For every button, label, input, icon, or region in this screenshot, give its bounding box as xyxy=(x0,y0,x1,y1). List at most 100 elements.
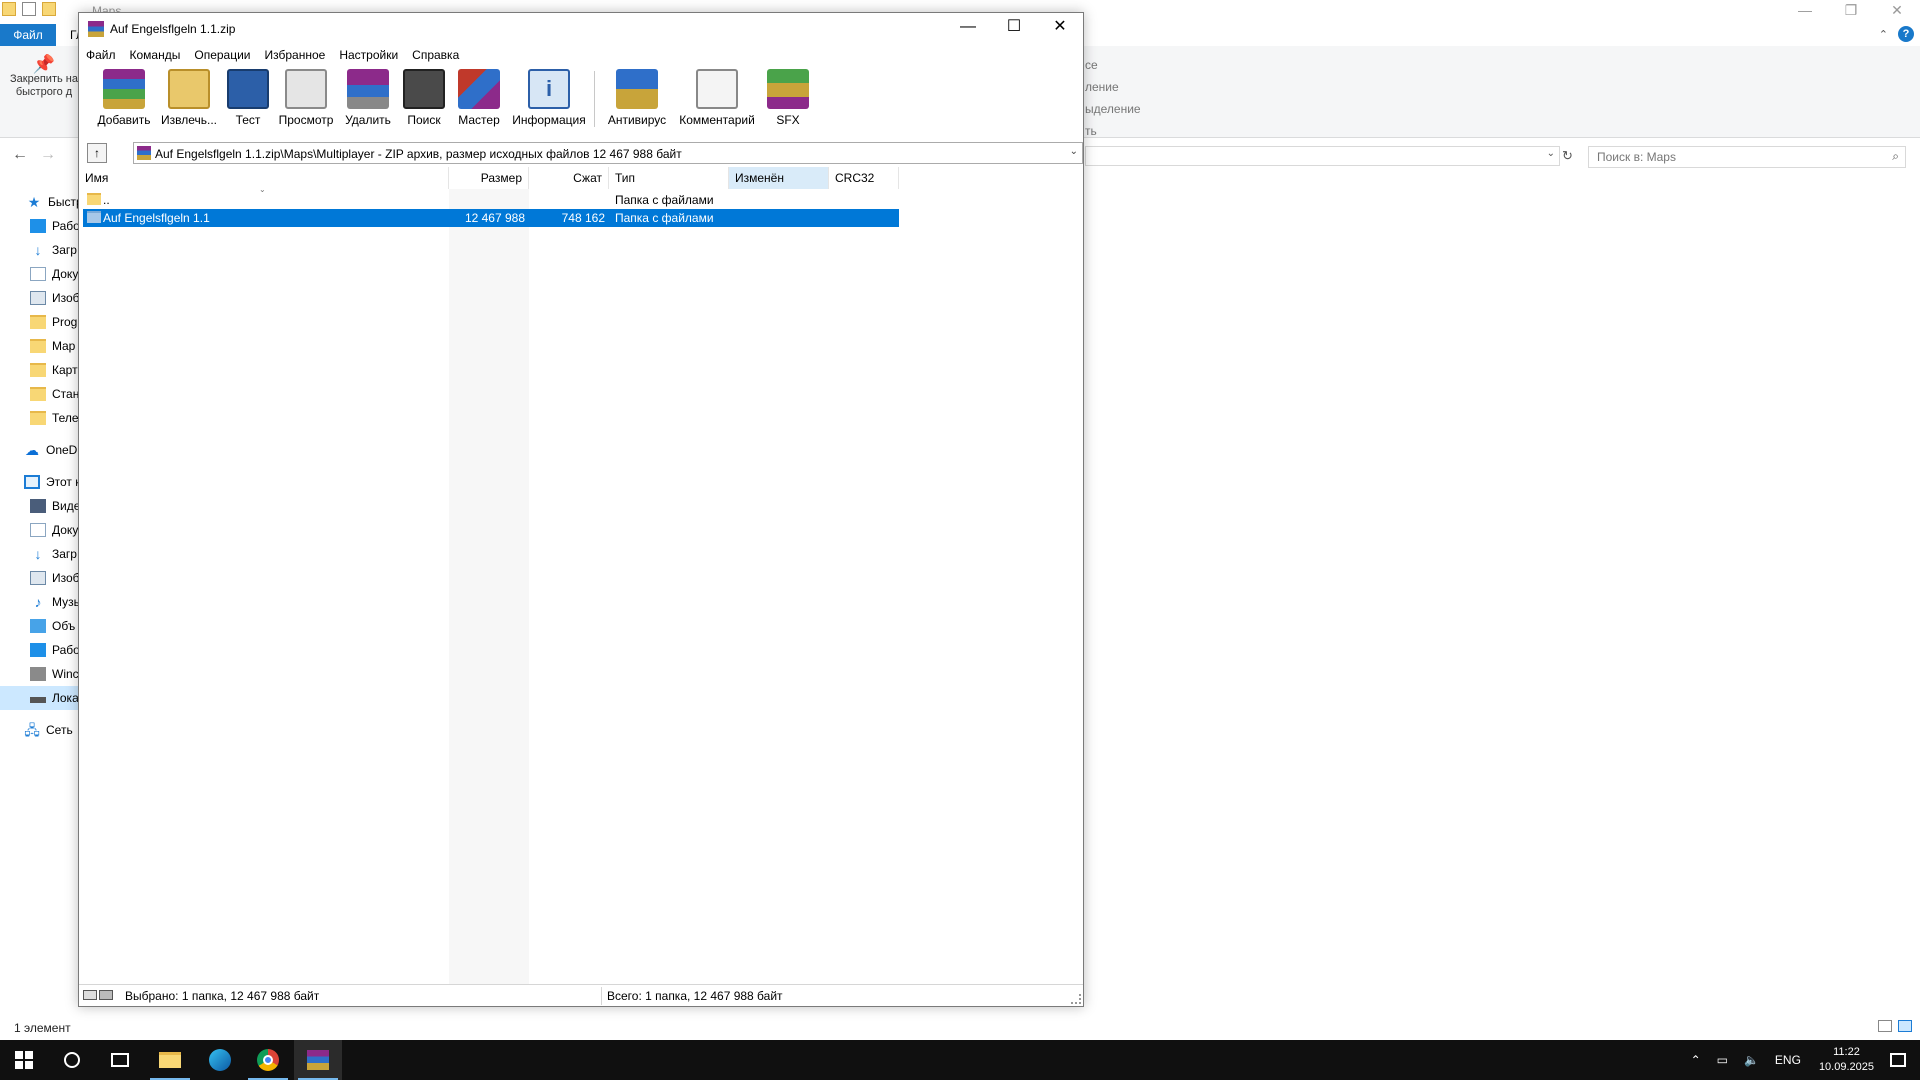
nav-label: Prog xyxy=(52,315,78,329)
folder-icon xyxy=(30,411,46,425)
help-icon[interactable]: ? xyxy=(1898,26,1914,42)
col-type[interactable]: Тип xyxy=(609,167,729,189)
chevron-up-icon[interactable]: ⌃ xyxy=(1691,1053,1701,1067)
chevron-down-icon[interactable]: ⌄ xyxy=(1070,146,1078,157)
search-placeholder: Поиск в: Maps xyxy=(1597,150,1676,164)
add-button[interactable]: Добавить xyxy=(92,67,156,127)
ribbon-text-1[interactable]: се xyxy=(1085,54,1141,76)
nav-label: Лока xyxy=(52,691,79,705)
extract-button[interactable]: Извлечь... xyxy=(158,67,220,127)
details-view-icon[interactable] xyxy=(1878,1020,1892,1032)
file-list: Имя ⌄ Размер Сжат Тип Изменён CRC32 .. Па… xyxy=(79,167,1083,993)
key-icon[interactable] xyxy=(99,990,113,1000)
col-crc[interactable]: CRC32 xyxy=(829,167,899,189)
info-button[interactable]: i Информация xyxy=(509,67,589,127)
ribbon-text-2[interactable]: ление xyxy=(1085,76,1141,98)
chevron-down-icon[interactable]: ⌄ xyxy=(1547,148,1555,159)
winrar-icon xyxy=(307,1050,329,1070)
test-button[interactable]: Тест xyxy=(223,67,273,127)
search-input[interactable]: Поиск в: Maps ⌕ xyxy=(1588,146,1906,168)
menu-favorites[interactable]: Избранное xyxy=(265,45,326,65)
nav-label: Виде xyxy=(52,499,81,513)
view-button[interactable]: Просмотр xyxy=(275,67,337,127)
explorer-status: 1 элемент xyxy=(14,1021,71,1035)
minimize-icon[interactable]: — xyxy=(945,13,991,43)
sfx-icon xyxy=(767,69,809,109)
minimize-icon[interactable]: — xyxy=(1782,0,1828,22)
find-button[interactable]: Поиск xyxy=(400,67,448,127)
clock[interactable]: 11:22 10.09.2025 xyxy=(1819,1045,1874,1075)
back-arrow-icon[interactable]: ← xyxy=(12,146,28,164)
network-icon[interactable]: ▭ xyxy=(1717,1053,1728,1067)
volume-icon[interactable]: 🔈 xyxy=(1744,1053,1759,1067)
restore-icon[interactable]: ❐ xyxy=(1828,0,1874,22)
col-modified[interactable]: Изменён xyxy=(729,167,829,189)
menu-commands[interactable]: Команды xyxy=(130,45,181,65)
drive-icon[interactable] xyxy=(83,990,97,1000)
table-row[interactable]: .. Папка с файлами xyxy=(79,191,899,209)
nav-label: Сеть xyxy=(46,723,73,737)
taskbar-chrome[interactable] xyxy=(244,1040,292,1080)
document-icon xyxy=(30,523,46,537)
language-indicator[interactable]: ENG xyxy=(1775,1053,1801,1067)
taskbar-winrar[interactable] xyxy=(294,1040,342,1080)
table-row[interactable]: Auf Engelsflgeln 1.1 12 467 988 748 162 … xyxy=(83,209,899,227)
taskbar-search-button[interactable] xyxy=(48,1040,96,1080)
close-icon[interactable]: ✕ xyxy=(1037,13,1083,43)
resize-grip[interactable] xyxy=(1071,994,1081,1004)
folder-icon xyxy=(30,339,46,353)
wizard-button[interactable]: Мастер xyxy=(452,67,506,127)
menu-settings[interactable]: Настройки xyxy=(339,45,398,65)
new-folder-icon[interactable] xyxy=(42,2,56,16)
address-bar[interactable]: ⌄ xyxy=(1085,146,1560,166)
col-size[interactable]: Размер xyxy=(449,167,529,189)
comment-button[interactable]: Комментарий xyxy=(675,67,759,127)
menu-bar: Файл Команды Операции Избранное Настройк… xyxy=(79,45,1083,65)
pin-to-quick-access-button[interactable]: 📌 Закрепить на быстрого д xyxy=(4,54,84,99)
col-name-label: Имя xyxy=(85,171,109,185)
row-type: Папка с файлами xyxy=(615,211,714,225)
taskbar-explorer[interactable] xyxy=(146,1040,194,1080)
pin-label-line2: быстрого д xyxy=(15,86,73,98)
notification-icon[interactable] xyxy=(1890,1053,1906,1067)
properties-icon[interactable] xyxy=(22,2,36,16)
task-view-button[interactable] xyxy=(96,1040,144,1080)
winrar-app-icon[interactable] xyxy=(88,21,104,37)
tab-file[interactable]: Файл xyxy=(0,24,56,46)
view-icon xyxy=(285,69,327,109)
add-archive-icon xyxy=(103,69,145,109)
3d-objects-icon xyxy=(30,619,46,633)
chevron-up-icon[interactable]: ⌃ xyxy=(1879,28,1888,41)
menu-file[interactable]: Файл xyxy=(86,45,116,65)
taskbar: ⌃ ▭ 🔈 ENG 11:22 10.09.2025 xyxy=(0,1040,1920,1080)
cloud-icon: ☁ xyxy=(25,442,39,458)
ribbon-text-3[interactable]: ыделение xyxy=(1085,98,1141,120)
ribbon-text-4[interactable]: ть xyxy=(1085,120,1141,142)
up-folder-button[interactable]: ↑ xyxy=(87,143,107,163)
pin-icon: 📌 xyxy=(32,54,56,74)
close-icon[interactable]: ✕ xyxy=(1874,0,1920,22)
col-packed[interactable]: Сжат xyxy=(529,167,609,189)
forward-arrow-icon[interactable]: → xyxy=(40,146,56,164)
taskbar-edge[interactable] xyxy=(196,1040,244,1080)
nav-local-drive[interactable]: Лока xyxy=(0,686,80,710)
col-name[interactable]: Имя ⌄ xyxy=(79,167,449,194)
start-button[interactable] xyxy=(0,1040,48,1080)
folder-up-icon xyxy=(87,193,101,205)
menu-help[interactable]: Справка xyxy=(412,45,459,65)
folder-icon[interactable] xyxy=(2,2,16,16)
menu-operations[interactable]: Операции xyxy=(194,45,250,65)
antivirus-button[interactable]: Антивирус xyxy=(604,67,670,127)
sfx-button[interactable]: SFX xyxy=(763,67,813,127)
refresh-icon[interactable]: ↻ xyxy=(1562,148,1573,164)
image-icon xyxy=(30,571,46,585)
delete-button[interactable]: Удалить xyxy=(341,67,395,127)
local-drive-icon xyxy=(30,697,46,703)
document-icon xyxy=(30,267,46,281)
maximize-icon[interactable]: ☐ xyxy=(991,13,1037,43)
nav-label: Загр xyxy=(52,243,77,257)
nav-label: Объ xyxy=(52,619,76,633)
antivirus-label: Антивирус xyxy=(607,113,667,127)
path-combobox[interactable]: Auf Engelsflgeln 1.1.zip\Maps\Multiplaye… xyxy=(133,142,1083,164)
large-icons-view-icon[interactable] xyxy=(1898,1020,1912,1032)
